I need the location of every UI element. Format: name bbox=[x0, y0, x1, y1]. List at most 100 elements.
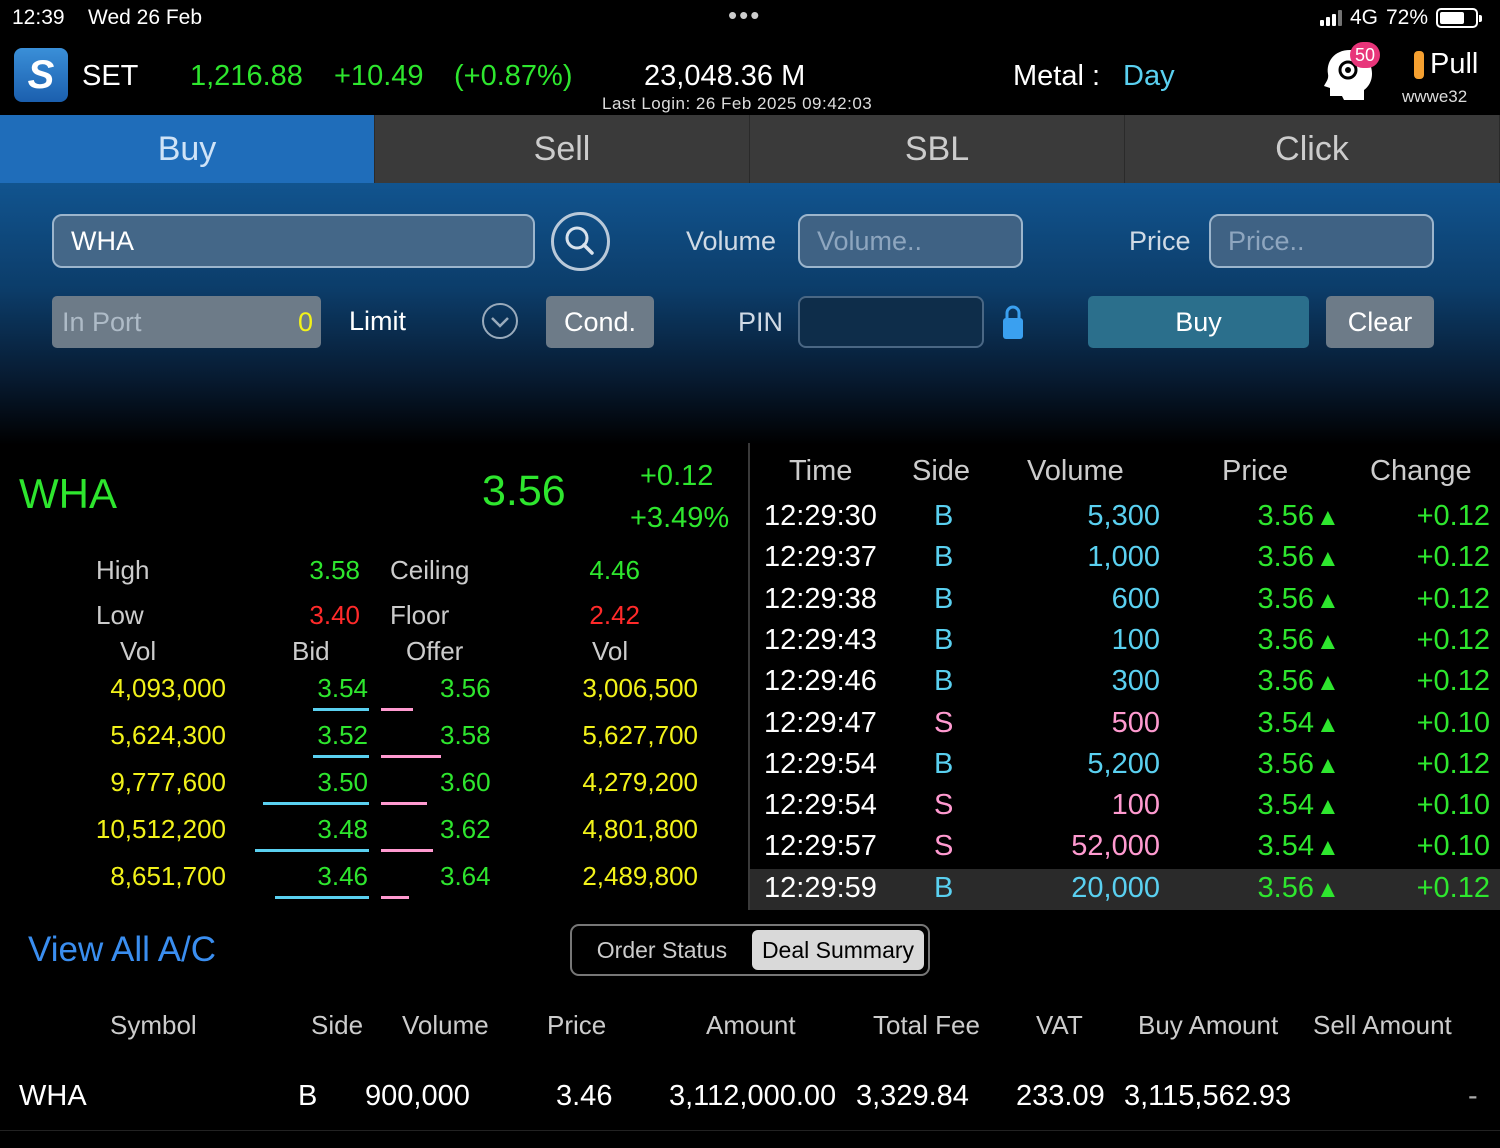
floor-value: 2.42 bbox=[589, 600, 640, 630]
ticker-time: 12:29:59 bbox=[764, 871, 877, 904]
in-port-value: 0 bbox=[297, 306, 313, 337]
price-label: Price bbox=[1129, 226, 1191, 256]
date: Wed 26 Feb bbox=[88, 6, 203, 29]
offer-volume: 5,627,700 bbox=[582, 720, 698, 750]
buy-button[interactable]: Buy bbox=[1088, 296, 1309, 348]
ticker-volume: 300 bbox=[1111, 665, 1160, 698]
offer-volume: 3,006,500 bbox=[582, 673, 698, 703]
ticker-side: B bbox=[934, 747, 954, 780]
volume-input[interactable]: Volume.. bbox=[798, 214, 1023, 268]
price-input[interactable]: Price.. bbox=[1209, 214, 1434, 268]
ticker-change: +0.12 bbox=[1416, 747, 1490, 780]
divider bbox=[0, 1130, 1500, 1131]
high-value: 3.58 bbox=[309, 555, 360, 585]
ticker-side: B bbox=[934, 665, 954, 698]
pull-button[interactable]: Pull bbox=[1430, 48, 1478, 81]
ticker-time: 12:29:43 bbox=[764, 623, 877, 656]
trade-tabs: Buy Sell SBL Click bbox=[0, 115, 1500, 183]
offer-depth-bar bbox=[381, 708, 413, 711]
ticker-row[interactable]: 12:29:38 B 600 3.56 ▲ +0.12 bbox=[750, 580, 1500, 621]
ticker-row[interactable]: 12:29:47 S 500 3.54 ▲ +0.10 bbox=[750, 704, 1500, 745]
up-arrow-icon: ▲ bbox=[1316, 669, 1340, 697]
tab-sbl[interactable]: SBL bbox=[750, 115, 1125, 183]
deal-total-fee: 3,329.84 bbox=[856, 1080, 969, 1112]
ticker-volume: 600 bbox=[1111, 582, 1160, 615]
bid-price[interactable]: 3.52 bbox=[290, 720, 368, 751]
multitasking-dots-icon[interactable]: ••• bbox=[728, 0, 761, 31]
price-change-pct: +3.49% bbox=[630, 502, 730, 534]
offer-price[interactable]: 3.58 bbox=[440, 720, 491, 751]
up-arrow-icon: ▲ bbox=[1316, 627, 1340, 655]
ticker-side: B bbox=[934, 582, 954, 615]
ticker-row[interactable]: 12:29:54 S 100 3.54 ▲ +0.10 bbox=[750, 786, 1500, 827]
bid-volume: 5,624,300 bbox=[110, 720, 226, 750]
search-icon[interactable] bbox=[550, 211, 611, 272]
deal-amount: 3,112,000.00 bbox=[669, 1080, 837, 1112]
pin-input[interactable] bbox=[798, 296, 984, 348]
condition-button[interactable]: Cond. bbox=[546, 296, 654, 348]
offer-price[interactable]: 3.64 bbox=[440, 861, 491, 892]
metal-value[interactable]: Day bbox=[1123, 60, 1175, 93]
bid-depth-bar bbox=[313, 708, 369, 711]
order-status-segment[interactable]: Order Status bbox=[576, 930, 748, 970]
tab-buy[interactable]: Buy bbox=[0, 115, 375, 183]
ticker-volume: 52,000 bbox=[1071, 830, 1160, 863]
clear-button[interactable]: Clear bbox=[1326, 296, 1434, 348]
deal-total-fee-header: Total Fee bbox=[873, 1010, 980, 1040]
ticker-row[interactable]: 12:29:57 S 52,000 3.54 ▲ +0.10 bbox=[750, 827, 1500, 868]
ticker-price: 3.54 bbox=[1257, 706, 1314, 739]
ticker-row[interactable]: 12:29:30 B 5,300 3.56 ▲ +0.12 bbox=[750, 497, 1500, 538]
bid-depth-bar bbox=[313, 755, 369, 758]
bid-volume: 10,512,200 bbox=[95, 814, 226, 844]
ticker-change: +0.12 bbox=[1416, 500, 1490, 532]
ticker-price-header: Price bbox=[1222, 455, 1289, 487]
ticker-row[interactable]: 12:29:59 B 20,000 3.56 ▲ +0.12 bbox=[750, 868, 1500, 910]
metal-label: Metal : bbox=[1013, 60, 1101, 92]
ticker-row[interactable]: 12:29:43 B 100 3.56 ▲ +0.12 bbox=[750, 621, 1500, 662]
ticker-time: 12:29:57 bbox=[764, 830, 877, 863]
ticker-row[interactable]: 12:29:46 B 300 3.56 ▲ +0.12 bbox=[750, 662, 1500, 703]
volume-label: Volume bbox=[686, 226, 777, 256]
view-all-accounts-link[interactable]: View All A/C bbox=[28, 930, 216, 970]
symbol-input[interactable]: WHA bbox=[52, 214, 535, 268]
ticker-row[interactable]: 12:29:54 B 5,200 3.56 ▲ +0.12 bbox=[750, 745, 1500, 786]
status-right: 4G 72% bbox=[1319, 6, 1482, 30]
order-type-value[interactable]: Limit bbox=[349, 306, 406, 337]
bid-price[interactable]: 3.50 bbox=[290, 767, 368, 798]
bid-price[interactable]: 3.48 bbox=[290, 814, 368, 845]
offer-header: Offer bbox=[406, 636, 464, 666]
deal-price: 3.46 bbox=[556, 1080, 613, 1112]
ticker-row[interactable]: 12:29:37 B 1,000 3.56 ▲ +0.12 bbox=[750, 538, 1500, 579]
offer-depth-bar bbox=[381, 802, 427, 805]
floor-label: Floor bbox=[390, 600, 450, 630]
up-arrow-icon: ▲ bbox=[1316, 751, 1340, 779]
ticker-change: +0.12 bbox=[1416, 665, 1490, 698]
bid-price[interactable]: 3.46 bbox=[290, 861, 368, 892]
ticker-price: 3.56 bbox=[1257, 541, 1314, 574]
up-arrow-icon: ▲ bbox=[1316, 586, 1340, 614]
ticker-time: 12:29:30 bbox=[764, 500, 877, 532]
up-arrow-icon: ▲ bbox=[1316, 793, 1340, 821]
bid-price[interactable]: 3.54 bbox=[290, 673, 368, 704]
ticker-change: +0.12 bbox=[1416, 871, 1490, 904]
bid-depth-bar bbox=[255, 849, 369, 852]
ticker-change: +0.12 bbox=[1416, 623, 1490, 656]
ticker-volume: 500 bbox=[1111, 706, 1160, 739]
bid-depth-bar bbox=[275, 896, 369, 899]
bid-header: Bid bbox=[292, 636, 330, 666]
in-port-label: In Port bbox=[62, 306, 142, 337]
offer-price[interactable]: 3.62 bbox=[440, 814, 491, 845]
deal-summary-segment[interactable]: Deal Summary bbox=[752, 930, 924, 970]
offer-price[interactable]: 3.60 bbox=[440, 767, 491, 798]
ticker-side: S bbox=[934, 789, 954, 822]
ceiling-value: 4.46 bbox=[589, 555, 640, 585]
tab-click[interactable]: Click bbox=[1125, 115, 1500, 183]
low-label: Low bbox=[96, 600, 144, 630]
deal-price-header: Price bbox=[547, 1010, 607, 1040]
lock-icon[interactable] bbox=[1002, 304, 1024, 340]
offer-price[interactable]: 3.56 bbox=[440, 673, 491, 704]
ticker-side: B bbox=[934, 623, 954, 656]
chevron-down-icon[interactable] bbox=[481, 302, 519, 340]
deal-volume-header: Volume bbox=[402, 1010, 489, 1040]
tab-sell[interactable]: Sell bbox=[375, 115, 750, 183]
